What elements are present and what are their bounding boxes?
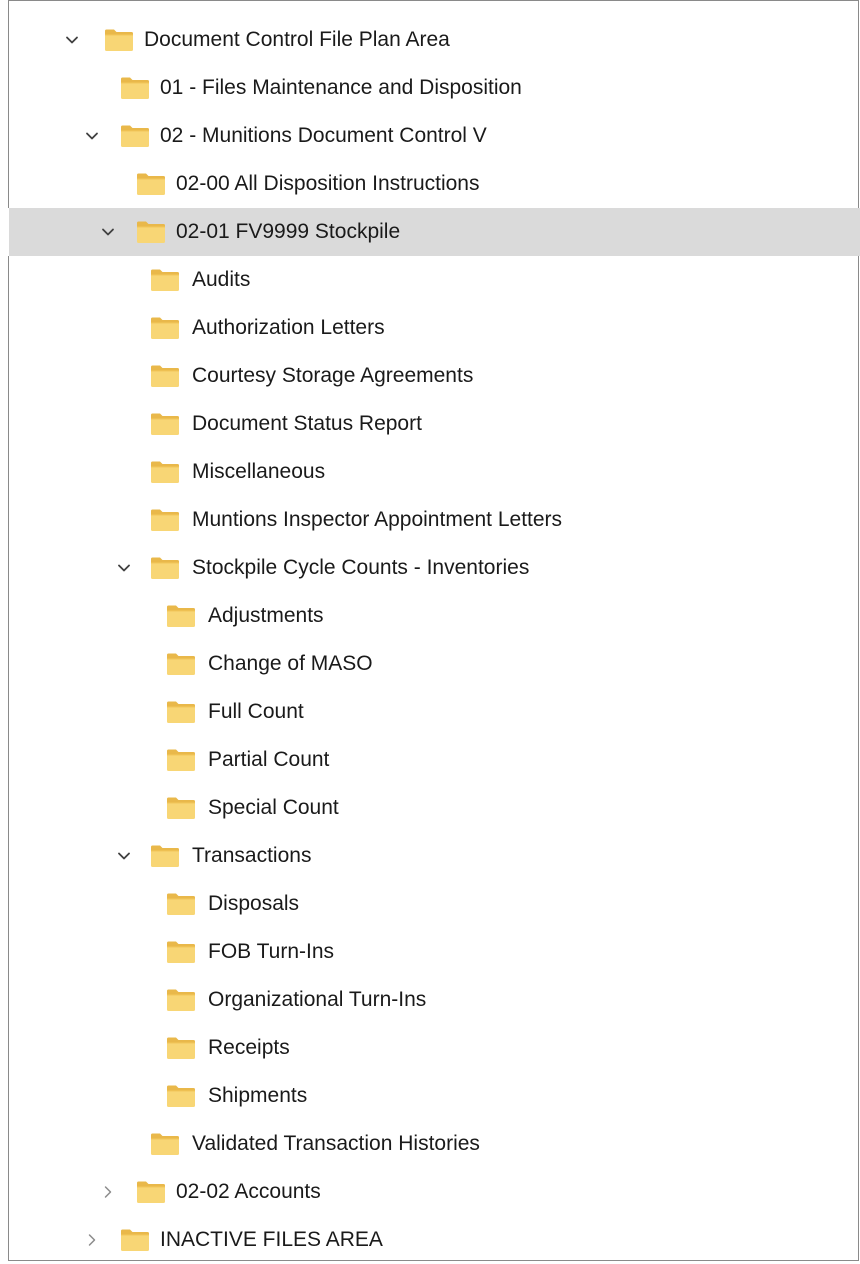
tree-item-label: Audits <box>192 268 251 291</box>
tree-item-label: Transactions <box>192 844 312 867</box>
tree-item-label: Change of MASO <box>208 652 373 675</box>
tree-item-muntions-inspector-appointment-letters[interactable]: Muntions Inspector Appointment Letters <box>0 496 860 544</box>
chevron-right-icon[interactable] <box>100 1184 116 1200</box>
tree-item-stockpile-cycle-counts-inventories[interactable]: Stockpile Cycle Counts - Inventories <box>0 544 860 592</box>
folder-icon <box>136 1180 166 1204</box>
folder-icon <box>166 940 196 964</box>
folder-icon <box>150 364 180 388</box>
tree-item-adjustments[interactable]: Adjustments <box>0 592 860 640</box>
tree-item-miscellaneous[interactable]: Miscellaneous <box>0 448 860 496</box>
chevron-down-icon[interactable] <box>100 224 116 240</box>
tree-item-transactions[interactable]: Transactions <box>0 832 860 880</box>
tree-item-02-01-fv9999-stockpile[interactable]: 02-01 FV9999 Stockpile <box>0 208 860 256</box>
chevron-down-icon[interactable] <box>64 32 80 48</box>
tree-item-label: Stockpile Cycle Counts - Inventories <box>192 556 530 579</box>
tree-item-disposals[interactable]: Disposals <box>0 880 860 928</box>
tree-item-label: 02-02 Accounts <box>176 1180 321 1203</box>
folder-icon <box>150 1132 180 1156</box>
folder-icon <box>150 268 180 292</box>
chevron-right-icon[interactable] <box>84 1232 100 1248</box>
folder-icon <box>166 748 196 772</box>
tree-item-change-of-maso[interactable]: Change of MASO <box>0 640 860 688</box>
tree-item-label: Miscellaneous <box>192 460 326 483</box>
folder-icon <box>166 988 196 1012</box>
tree-item-full-count[interactable]: Full Count <box>0 688 860 736</box>
folder-icon <box>166 796 196 820</box>
tree-item-label: Disposals <box>208 892 300 915</box>
folder-icon <box>150 508 180 532</box>
tree-item-02-00-all-disposition-instructions[interactable]: 02-00 All Disposition Instructions <box>0 160 860 208</box>
tree-item-audits[interactable]: Audits <box>0 256 860 304</box>
folder-icon <box>136 172 166 196</box>
tree-item-01-files-maintenance-and-disposition[interactable]: 01 - Files Maintenance and Disposition <box>0 64 860 112</box>
tree-item-02-02-accounts[interactable]: 02-02 Accounts <box>0 1168 860 1216</box>
chevron-down-icon[interactable] <box>116 848 132 864</box>
chevron-down-icon[interactable] <box>116 560 132 576</box>
folder-icon <box>120 1228 150 1252</box>
tree-item-label: Receipts <box>208 1036 290 1059</box>
folder-icon <box>166 1036 196 1060</box>
tree-item-document-control-file-plan-area[interactable]: Document Control File Plan Area <box>0 16 860 64</box>
tree-item-label: Organizational Turn-Ins <box>208 988 427 1011</box>
tree-item-label: FOB Turn-Ins <box>208 940 335 963</box>
tree-item-label: Special Count <box>208 796 339 819</box>
tree-item-label: 01 - Files Maintenance and Disposition <box>160 76 522 99</box>
folder-icon <box>150 460 180 484</box>
folder-icon <box>136 220 166 244</box>
folder-icon <box>166 604 196 628</box>
chevron-down-icon[interactable] <box>84 128 100 144</box>
folder-icon <box>150 556 180 580</box>
folder-icon <box>104 28 134 52</box>
tree-item-shipments[interactable]: Shipments <box>0 1072 860 1120</box>
tree-item-label: Document Status Report <box>192 412 422 435</box>
tree-item-label: 02-00 All Disposition Instructions <box>176 172 480 195</box>
folder-icon <box>166 892 196 916</box>
folder-icon <box>150 316 180 340</box>
tree-item-partial-count[interactable]: Partial Count <box>0 736 860 784</box>
folder-icon <box>166 700 196 724</box>
folder-icon <box>150 412 180 436</box>
tree-item-label: Partial Count <box>208 748 330 771</box>
tree-item-validated-transaction-histories[interactable]: Validated Transaction Histories <box>0 1120 860 1168</box>
folder-icon <box>166 652 196 676</box>
tree-item-label: Authorization Letters <box>192 316 385 339</box>
tree-item-courtesy-storage-agreements[interactable]: Courtesy Storage Agreements <box>0 352 860 400</box>
tree-item-inactive-files-area[interactable]: INACTIVE FILES AREA <box>0 1216 860 1264</box>
tree-item-label: Shipments <box>208 1084 308 1107</box>
tree-item-fob-turn-ins[interactable]: FOB Turn-Ins <box>0 928 860 976</box>
folder-icon <box>120 76 150 100</box>
folder-icon <box>120 124 150 148</box>
tree-item-label: Full Count <box>208 700 304 723</box>
tree-item-label: Document Control File Plan Area <box>144 28 450 51</box>
tree-item-document-status-report[interactable]: Document Status Report <box>0 400 860 448</box>
tree-item-label: Validated Transaction Histories <box>192 1132 480 1155</box>
tree-item-02-munitions-document-control-v[interactable]: 02 - Munitions Document Control V <box>0 112 860 160</box>
folder-tree: Document Control File Plan Area 01 - File… <box>0 16 860 1264</box>
tree-item-receipts[interactable]: Receipts <box>0 1024 860 1072</box>
tree-item-label: Courtesy Storage Agreements <box>192 364 474 387</box>
tree-item-label: 02-01 FV9999 Stockpile <box>176 220 401 243</box>
folder-icon <box>166 1084 196 1108</box>
folder-icon <box>150 844 180 868</box>
tree-item-special-count[interactable]: Special Count <box>0 784 860 832</box>
tree-item-organizational-turn-ins[interactable]: Organizational Turn-Ins <box>0 976 860 1024</box>
tree-item-label: 02 - Munitions Document Control V <box>160 124 487 147</box>
tree-item-authorization-letters[interactable]: Authorization Letters <box>0 304 860 352</box>
tree-item-label: Adjustments <box>208 604 324 627</box>
tree-item-label: INACTIVE FILES AREA <box>160 1228 383 1251</box>
tree-item-label: Muntions Inspector Appointment Letters <box>192 508 563 531</box>
